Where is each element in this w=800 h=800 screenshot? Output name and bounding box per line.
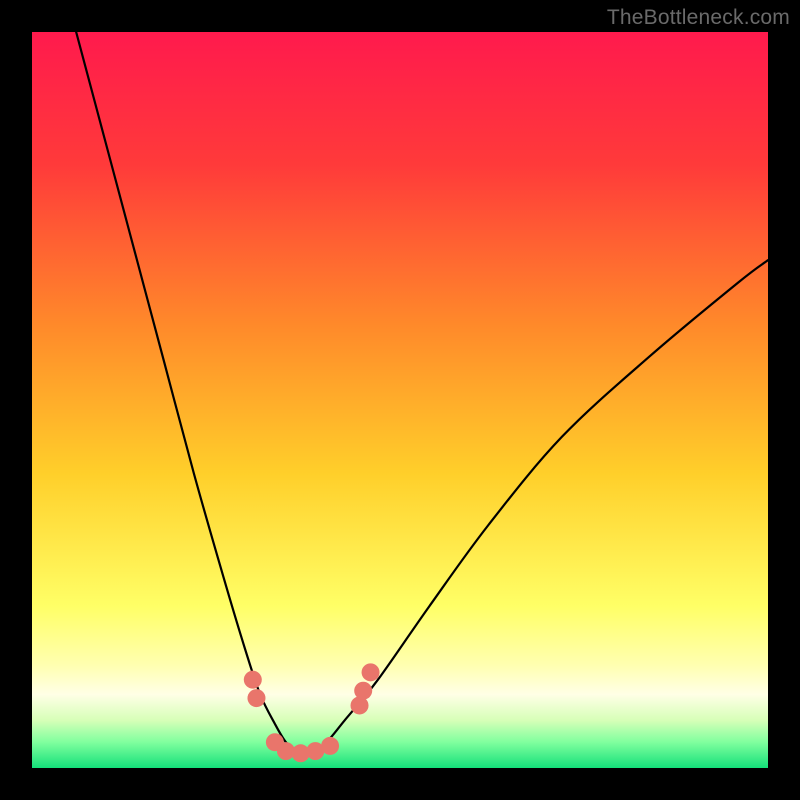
- bottleneck-chart: [32, 32, 768, 768]
- highlight-dot: [247, 689, 265, 707]
- plot-area: [32, 32, 768, 768]
- watermark-text: TheBottleneck.com: [607, 6, 790, 30]
- chart-frame: TheBottleneck.com: [0, 0, 800, 800]
- highlight-dot: [362, 663, 380, 681]
- highlight-dot: [244, 671, 262, 689]
- highlight-dot: [321, 737, 339, 755]
- gradient-background: [32, 32, 768, 768]
- highlight-dot: [354, 682, 372, 700]
